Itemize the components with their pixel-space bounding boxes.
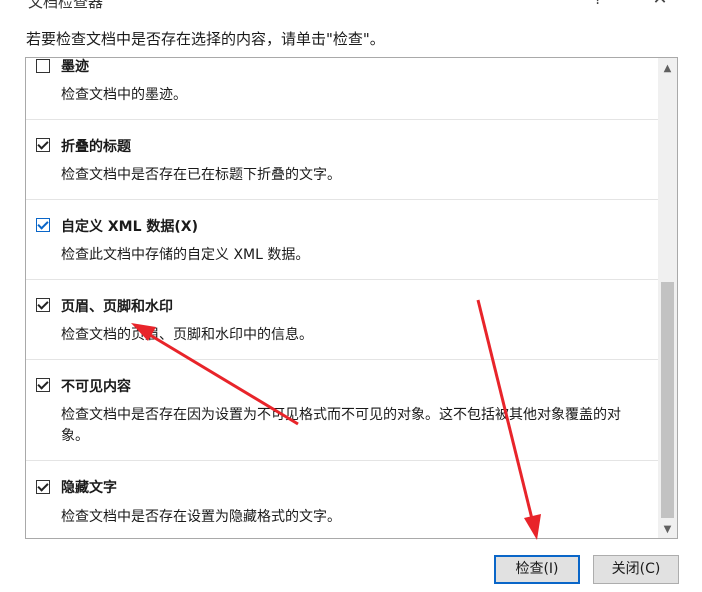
- item-description: 检查文档中的墨迹。: [61, 87, 187, 103]
- checkbox-ink[interactable]: [36, 59, 50, 73]
- inspect-button[interactable]: 检查(I): [494, 555, 580, 584]
- vertical-scrollbar[interactable]: ▲ ▼: [658, 58, 677, 538]
- title-bar: 文档检查器 ? ✕: [0, 0, 702, 20]
- list-item-hidden-text: 隐藏文字 检查文档中是否存在设置为隐藏格式的文字。: [26, 461, 659, 538]
- item-description: 检查文档中是否存在设置为隐藏格式的文字。: [61, 509, 341, 525]
- help-button[interactable]: ?: [578, 0, 618, 18]
- list-item-ink: 墨迹 检查文档中的墨迹。: [26, 58, 659, 120]
- checkbox-collapsed-headings[interactable]: [36, 138, 50, 152]
- scroll-up-arrow-icon[interactable]: ▲: [658, 60, 677, 77]
- item-description: 检查此文档中存储的自定义 XML 数据。: [61, 247, 310, 263]
- instruction-text: 若要检查文档中是否存在选择的内容，请单击"检查"。: [26, 30, 385, 48]
- item-label: 墨迹: [61, 59, 89, 75]
- item-description: 检查文档中是否存在已在标题下折叠的文字。: [61, 167, 341, 183]
- scroll-down-arrow-icon[interactable]: ▼: [658, 521, 677, 538]
- checkbox-invisible-content[interactable]: [36, 378, 50, 392]
- list-item-custom-xml: 自定义 XML 数据(X) 检查此文档中存储的自定义 XML 数据。: [26, 200, 659, 280]
- checkbox-hidden-text[interactable]: [36, 480, 50, 494]
- checkbox-custom-xml[interactable]: [36, 218, 50, 232]
- inspection-list: 墨迹 检查文档中的墨迹。 折叠的标题 检查文档中是否存在已在标题下折叠的文字。 …: [25, 57, 678, 539]
- item-label: 不可见内容: [61, 379, 131, 395]
- list-item-invisible-content: 不可见内容 检查文档中是否存在因为设置为不可见格式而不可见的对象。这不包括被其他…: [26, 360, 659, 461]
- item-description: 检查文档中是否存在因为设置为不可见格式而不可见的对象。这不包括被其他对象覆盖的对…: [61, 407, 621, 444]
- item-label: 自定义 XML 数据(X): [61, 219, 198, 235]
- item-label: 隐藏文字: [61, 480, 117, 496]
- window-close-button[interactable]: ✕: [640, 0, 680, 18]
- list-item-headers-footers: 页眉、页脚和水印 检查文档的页眉、页脚和水印中的信息。: [26, 280, 659, 360]
- item-description: 检查文档的页眉、页脚和水印中的信息。: [61, 327, 313, 343]
- scroll-thumb[interactable]: [661, 282, 674, 518]
- checkbox-headers-footers[interactable]: [36, 298, 50, 312]
- item-label: 折叠的标题: [61, 139, 131, 155]
- item-label: 页眉、页脚和水印: [61, 299, 173, 315]
- window-title: 文档检查器: [28, 0, 104, 11]
- close-button[interactable]: 关闭(C): [593, 555, 679, 584]
- list-item-collapsed-headings: 折叠的标题 检查文档中是否存在已在标题下折叠的文字。: [26, 120, 659, 200]
